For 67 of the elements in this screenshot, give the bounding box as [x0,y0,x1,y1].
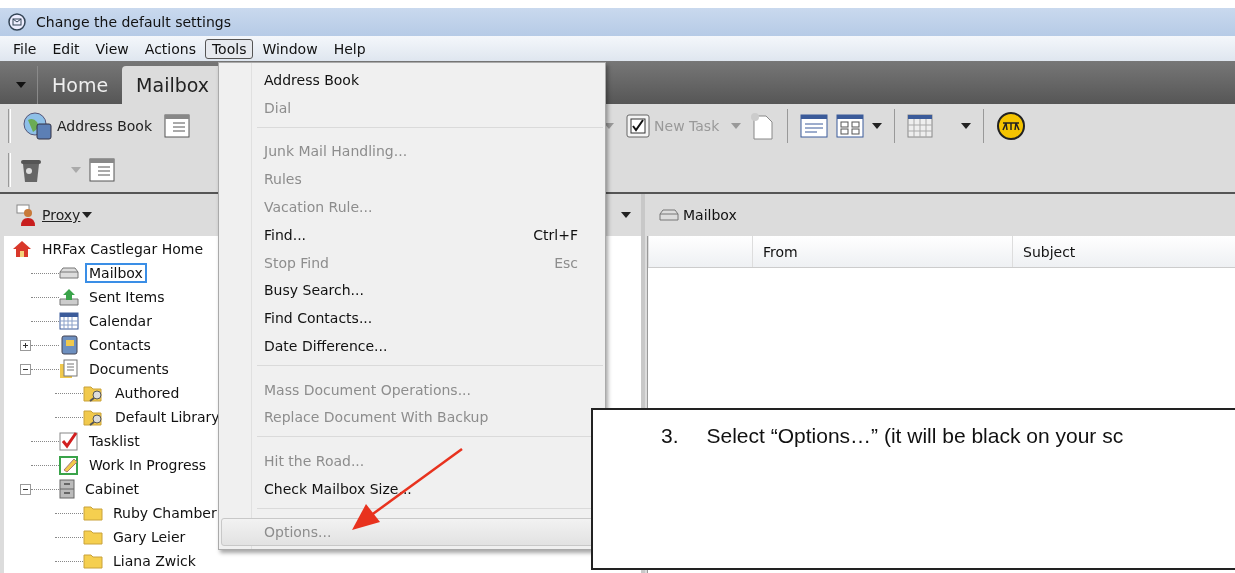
tree-item[interactable]: Gary Leier [109,527,190,547]
tree-item[interactable]: Calendar [85,311,156,331]
menu-item[interactable]: Window [255,38,325,59]
menu-item[interactable]: Actions [137,38,203,59]
trash-can-icon[interactable] [19,157,43,183]
shortcut-label: Esc [554,254,578,271]
window-title: Change the default settings [36,13,231,30]
house-icon [12,240,32,258]
tree-item[interactable]: Mailbox [85,263,147,283]
menu-item[interactable]: File [6,38,44,59]
menu-item[interactable]: Tools [204,38,254,59]
expand-toggle[interactable] [20,339,31,351]
menu-item[interactable]: Find Contacts... [221,304,603,333]
address-book-button[interactable]: Address Book [19,110,157,142]
checkbox-icon [626,114,651,138]
folder-icon [83,529,103,545]
table-icon[interactable] [907,114,934,138]
step-number: 3. [661,424,679,449]
tab[interactable]: Home [38,66,123,104]
tree-item[interactable]: Work In Progress [85,455,211,475]
caret-icon[interactable] [82,212,93,218]
tray-icon [59,267,79,279]
tree-item[interactable]: Liana Zwick [109,551,200,571]
instruction-text: Select “Options…” (it will be black on your sc [706,424,1124,449]
app-icon [8,12,26,31]
calendar-icon [59,312,79,330]
menu-item[interactable]: Busy Search... [221,276,603,305]
tree-item[interactable]: Ruby Chamber [109,503,221,523]
folder-icon [83,553,103,569]
menu-item[interactable]: Find... Ctrl+F [221,220,603,249]
menu-item[interactable]: Edit [45,38,87,59]
caret-icon[interactable] [621,212,631,218]
collapse-toggle[interactable] [20,483,31,495]
window-icon[interactable] [89,158,115,182]
documents-icon [59,359,79,379]
caret-icon[interactable] [961,123,972,129]
tree-item[interactable]: Tasklist [85,431,144,451]
tree-item[interactable]: Authored [111,383,184,403]
tray-icon [659,209,679,221]
grid-window-icon[interactable] [836,114,865,138]
pane-title: Mailbox [683,207,737,223]
tree-item[interactable]: Documents [85,359,173,379]
menu-item[interactable]: Address Book [221,66,603,94]
upload-tray-icon [59,288,79,306]
tree-item[interactable]: HRFax Castlegar Home [38,239,207,259]
cabinet-icon [59,479,75,499]
folder-icon [83,505,103,521]
address-book-icon [59,335,79,355]
pencil-note-icon [59,455,79,475]
collapse-toggle[interactable] [20,363,31,375]
window-icon[interactable] [164,114,191,138]
folder-magnifier-icon [83,384,105,402]
round-emblem-icon[interactable] [996,111,1027,141]
proxy-link[interactable]: Proxy [16,204,93,226]
menu-item[interactable]: Date Difference... [221,332,603,360]
tree-item[interactable]: Cabinet [81,479,144,499]
shortcut-label: Ctrl+F [533,226,578,243]
tree-item[interactable]: Contacts [85,335,155,355]
tree-item[interactable]: Sent Items [85,287,169,307]
menu-item[interactable]: Help [326,38,373,59]
globe-book-icon [23,112,53,140]
column-header[interactable]: From [752,236,1012,267]
column-header[interactable]: Subject [1012,236,1235,267]
menu-item[interactable]: View [88,38,136,59]
list-window-icon[interactable] [800,114,829,138]
folder-magnifier-icon [83,408,105,426]
caret-icon[interactable] [872,123,883,129]
